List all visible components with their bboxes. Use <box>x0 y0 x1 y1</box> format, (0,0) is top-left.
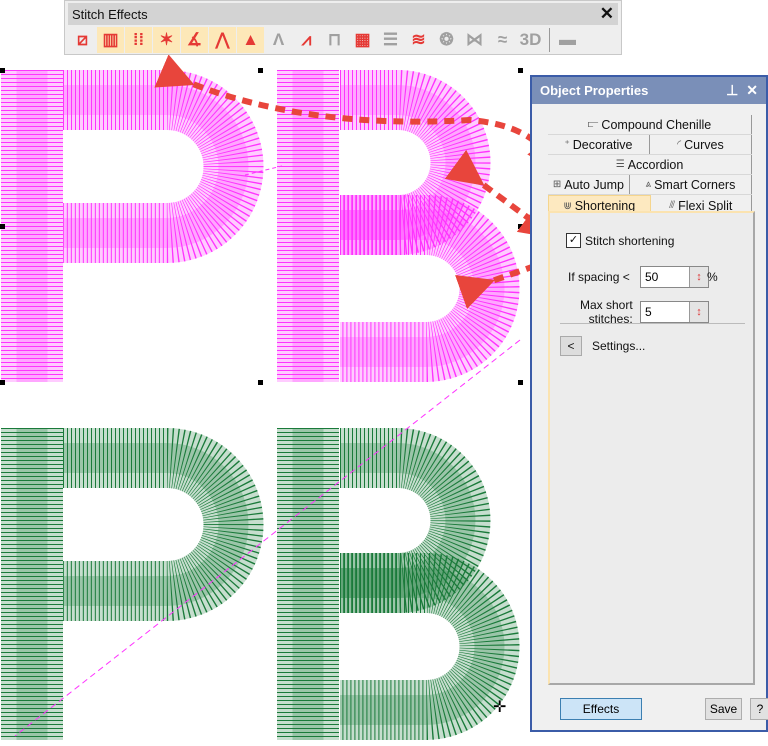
effects-button[interactable]: Effects <box>560 698 642 720</box>
radial-icon[interactable]: ❂ <box>433 27 460 53</box>
twist-icon[interactable]: ⋈ <box>461 27 488 53</box>
tab-curves[interactable]: ◜Curves <box>650 135 752 154</box>
shortening-icon: ⋓ <box>563 201 571 212</box>
selection-handle[interactable] <box>258 68 263 73</box>
tab-accordion[interactable]: ☰Accordion <box>548 155 752 174</box>
collapse-button[interactable]: < <box>560 336 582 356</box>
satin-zigzag-icon[interactable]: ▥ <box>97 27 124 53</box>
chenille-icon: ⫍ <box>588 119 599 130</box>
beaded-icon[interactable]: ⁞⁞ <box>125 27 152 53</box>
help-button[interactable]: ? <box>750 698 768 720</box>
starburst-icon[interactable]: ✶ <box>153 27 180 53</box>
ribbon-icon[interactable]: ▬ <box>554 27 581 53</box>
toolbar-separator <box>549 28 550 52</box>
split-fork-icon[interactable]: ⋀ <box>209 27 236 53</box>
flexi-split-icon: ⫻ <box>669 200 675 211</box>
max-short-spinner[interactable]: ↕ <box>640 301 709 323</box>
max-short-label: Max shortstitches: <box>580 298 633 326</box>
close-icon[interactable]: ✕ <box>600 4 614 24</box>
zigzag-icon[interactable]: ⩘ <box>293 27 320 53</box>
max-short-input[interactable] <box>641 302 689 322</box>
sharp-corner-icon[interactable]: Λ <box>265 27 292 53</box>
percent-label: % <box>707 270 718 284</box>
selection-handle[interactable] <box>518 380 523 385</box>
checkmark-icon: ✓ <box>566 233 581 248</box>
selection-handle[interactable] <box>518 68 523 73</box>
shortening-tab-content: ✓Stitch shortening If spacing < ↕ % Max … <box>548 211 755 685</box>
wave-icon[interactable]: ≈ <box>489 27 516 53</box>
cursor-crosshair: ✛ <box>493 699 506 716</box>
toolbar-title: Stitch Effects <box>72 7 148 22</box>
magenta-letter-p-bowl <box>63 100 234 233</box>
lines-icon[interactable]: ☰ <box>377 27 404 53</box>
dense-fill-icon[interactable]: ▦ <box>349 27 376 53</box>
filled-fork-icon[interactable]: ▲ <box>237 27 264 53</box>
if-spacing-label: If spacing < <box>568 270 630 284</box>
stitch-effects-toolbar: Stitch Effects ✕ ⧄▥⁞⁞✶∡⋀▲Λ⩘⊓▦☰≋❂⋈≈3D ▬ <box>64 0 622 55</box>
spin-arrows-icon[interactable]: ↕ <box>689 267 708 287</box>
panel-title: Object Properties <box>540 83 648 98</box>
selection-handle[interactable] <box>258 380 263 385</box>
stitch-angle-icon[interactable]: ⧄ <box>69 27 96 53</box>
auto-jump-icon: ⊞ <box>553 179 561 190</box>
if-spacing-spinner[interactable]: ↕ <box>640 266 709 288</box>
random-fill-icon[interactable]: ≋ <box>405 27 432 53</box>
if-spacing-input[interactable] <box>641 267 689 287</box>
fan-angle-icon[interactable]: ∡ <box>181 27 208 53</box>
settings-link[interactable]: Settings... <box>592 339 645 353</box>
close-icon[interactable]: ✕ <box>746 82 758 98</box>
selection-handle[interactable] <box>518 224 523 229</box>
tab-compound-chenille[interactable]: ⫍Compound Chenille <box>548 115 752 134</box>
object-properties-panel: Object Properties ⊥ ✕ ⫍Compound Chenille ⁺… <box>530 75 768 732</box>
tab-strip: ⫍Compound Chenille ⁺Decorative◜Curves ☰A… <box>548 115 752 217</box>
tab-decorative[interactable]: ⁺Decorative <box>548 135 650 154</box>
divider <box>560 323 745 324</box>
selection-handle[interactable] <box>0 68 5 73</box>
decorative-icon: ⁺ <box>564 139 569 150</box>
green-letter-b-lower-bowl <box>340 583 490 710</box>
tab-smart-corners[interactable]: ⩓Smart Corners <box>630 175 752 194</box>
smart-corners-icon: ⩓ <box>645 179 651 190</box>
3d-icon[interactable]: 3D <box>517 27 544 53</box>
green-letter-p-bowl <box>63 458 234 591</box>
selection-handle[interactable] <box>0 380 5 385</box>
spin-arrows-icon[interactable]: ↕ <box>689 302 708 322</box>
stitch-shortening-checkbox[interactable]: ✓Stitch shortening <box>566 233 674 248</box>
pin-icon[interactable]: ⊥ <box>726 82 738 98</box>
save-button[interactable]: Save <box>705 698 742 720</box>
accordion-icon: ☰ <box>616 159 625 170</box>
magenta-letter-b-lower-bowl <box>340 225 490 352</box>
curves-icon: ◜ <box>677 139 681 150</box>
square-wave-icon[interactable]: ⊓ <box>321 27 348 53</box>
selection-handle[interactable] <box>0 224 5 229</box>
tab-auto-jump[interactable]: ⊞Auto Jump <box>548 175 630 194</box>
